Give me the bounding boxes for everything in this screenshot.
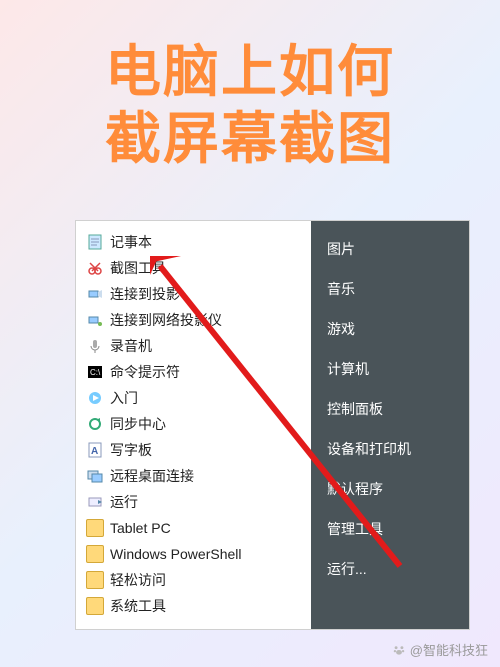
svg-text:A: A xyxy=(91,446,98,457)
menu-item-label: 连接到网络投影仪 xyxy=(110,310,222,330)
menu-item-label: 连接到投影 xyxy=(110,284,180,304)
menu-item-snipping[interactable]: 截图工具 xyxy=(76,255,311,281)
getting-started-icon xyxy=(86,389,104,407)
menu-item-cmd[interactable]: C:\ 命令提示符 xyxy=(76,359,311,385)
menu-item-getting-started[interactable]: 入门 xyxy=(76,385,311,411)
side-item-6[interactable]: 默认程序 xyxy=(311,469,469,509)
side-item-8[interactable]: 运行... xyxy=(311,549,469,589)
start-menu: 记事本截图工具连接到投影连接到网络投影仪录音机 C:\ 命令提示符入门同步中心 A 写字… xyxy=(75,220,470,630)
menu-item-label: 记事本 xyxy=(110,232,152,252)
title-line-1: 电脑上如何 xyxy=(0,38,500,105)
projector-icon xyxy=(86,285,104,303)
side-item-3[interactable]: 计算机 xyxy=(311,349,469,389)
run-icon xyxy=(86,493,104,511)
cmd-icon: C:\ xyxy=(86,363,104,381)
folder-icon xyxy=(86,597,104,615)
title-line-2: 截屏幕截图 xyxy=(0,105,500,172)
side-item-0[interactable]: 图片 xyxy=(311,229,469,269)
menu-item-net-projector[interactable]: 连接到网络投影仪 xyxy=(76,307,311,333)
folder-icon xyxy=(86,545,104,563)
menu-item-wordpad[interactable]: A 写字板 xyxy=(76,437,311,463)
notepad-icon xyxy=(86,233,104,251)
side-item-2[interactable]: 游戏 xyxy=(311,309,469,349)
menu-item-label: Tablet PC xyxy=(110,520,171,536)
menu-item-run[interactable]: 运行 xyxy=(76,489,311,515)
attribution-text: @智能科技狂 xyxy=(410,640,488,659)
menu-item-sync[interactable]: 同步中心 xyxy=(76,411,311,437)
recorder-icon xyxy=(86,337,104,355)
menu-item-folder[interactable]: Tablet PC xyxy=(76,515,311,541)
menu-item-label: 远程桌面连接 xyxy=(110,466,194,486)
menu-item-recorder[interactable]: 录音机 xyxy=(76,333,311,359)
rdp-icon xyxy=(86,467,104,485)
side-item-1[interactable]: 音乐 xyxy=(311,269,469,309)
side-item-5[interactable]: 设备和打印机 xyxy=(311,429,469,469)
side-item-7[interactable]: 管理工具 xyxy=(311,509,469,549)
menu-item-folder[interactable]: 系统工具 xyxy=(76,593,311,619)
menu-item-label: 入门 xyxy=(110,388,138,408)
net-projector-icon xyxy=(86,311,104,329)
menu-item-label: 写字板 xyxy=(110,440,152,460)
menu-item-label: 轻松访问 xyxy=(110,570,166,590)
title-area: 电脑上如何 截屏幕截图 xyxy=(0,0,500,172)
menu-item-label: 同步中心 xyxy=(110,414,166,434)
wordpad-icon: A xyxy=(86,441,104,459)
menu-item-rdp[interactable]: 远程桌面连接 xyxy=(76,463,311,489)
paw-icon xyxy=(392,643,406,657)
folder-icon xyxy=(86,519,104,537)
side-item-4[interactable]: 控制面板 xyxy=(311,389,469,429)
attribution: @智能科技狂 xyxy=(392,640,488,659)
menu-item-label: Windows PowerShell xyxy=(110,546,242,562)
folder-icon xyxy=(86,571,104,589)
snipping-icon xyxy=(86,259,104,277)
menu-item-notepad[interactable]: 记事本 xyxy=(76,229,311,255)
menu-item-label: 录音机 xyxy=(110,336,152,356)
menu-item-folder[interactable]: Windows PowerShell xyxy=(76,541,311,567)
menu-item-label: 系统工具 xyxy=(110,596,166,616)
svg-text:C:\: C:\ xyxy=(90,368,101,377)
programs-list: 记事本截图工具连接到投影连接到网络投影仪录音机 C:\ 命令提示符入门同步中心 A 写字… xyxy=(76,221,311,629)
system-links: 图片音乐游戏计算机控制面板设备和打印机默认程序管理工具运行... xyxy=(311,221,469,629)
menu-item-label: 命令提示符 xyxy=(110,362,180,382)
menu-item-label: 运行 xyxy=(110,492,138,512)
menu-item-label: 截图工具 xyxy=(110,258,166,278)
menu-item-folder[interactable]: 轻松访问 xyxy=(76,567,311,593)
sync-icon xyxy=(86,415,104,433)
menu-item-projector[interactable]: 连接到投影 xyxy=(76,281,311,307)
